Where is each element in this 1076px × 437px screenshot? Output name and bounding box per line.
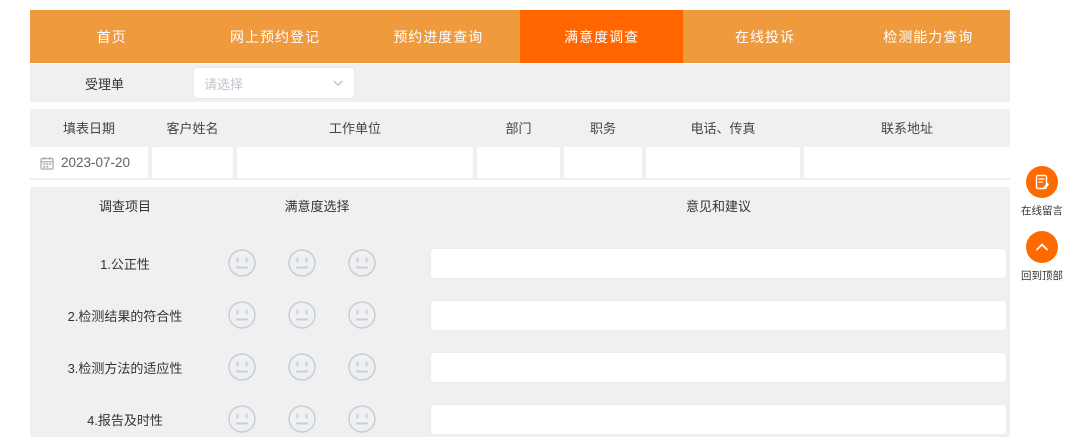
date-field[interactable]: 2023-07-20 bbox=[30, 147, 148, 178]
rating-group bbox=[227, 352, 377, 382]
acceptance-select[interactable]: 请选择 bbox=[193, 67, 355, 99]
rating-option-2[interactable] bbox=[287, 404, 317, 434]
neutral-face-icon bbox=[227, 404, 257, 434]
comment-input[interactable] bbox=[430, 404, 1007, 435]
chevron-up-icon bbox=[1034, 239, 1050, 255]
back-to-top-button[interactable] bbox=[1026, 231, 1058, 263]
rating-group bbox=[227, 248, 377, 278]
survey-row: 2.检测结果的符合性 bbox=[30, 289, 1010, 341]
online-message-label: 在线留言 bbox=[1021, 203, 1063, 218]
rating-group bbox=[227, 404, 377, 434]
column-header-phone-fax: 电话、传真 bbox=[646, 109, 800, 146]
rating-option-2[interactable] bbox=[287, 300, 317, 330]
nav-item-satisfaction-survey[interactable]: 满意度调查 bbox=[520, 10, 683, 63]
message-edit-icon bbox=[1034, 174, 1051, 191]
info-table: 填表日期 客户姓名 工作单位 部门 职务 电话、传真 联系地址 bbox=[30, 109, 1010, 180]
nav-item-home[interactable]: 首页 bbox=[30, 10, 193, 63]
satisfaction-survey-page: 首页 网上预约登记 预约进度查询 满意度调查 在线投诉 检测能力查询 受理单 请… bbox=[0, 0, 1076, 437]
department-input[interactable] bbox=[477, 147, 560, 178]
rating-option-2[interactable] bbox=[287, 248, 317, 278]
rating-option-1[interactable] bbox=[227, 300, 257, 330]
info-table-row: 2023-07-20 bbox=[30, 147, 1010, 178]
survey-panel: 调查项目 满意度选择 意见和建议 1.公正性 2.检测结果的符合性 3 bbox=[30, 187, 1010, 437]
column-header-customer-name: 客户姓名 bbox=[152, 109, 233, 146]
column-header-work-unit: 工作单位 bbox=[237, 109, 473, 146]
info-table-header: 填表日期 客户姓名 工作单位 部门 职务 电话、传真 联系地址 bbox=[30, 109, 1010, 146]
survey-row-label: 2.检测结果的符合性 bbox=[30, 306, 220, 325]
customer-name-input[interactable] bbox=[152, 147, 233, 178]
survey-header-satisfaction: 满意度选择 bbox=[227, 196, 407, 214]
nav-item-capability-query[interactable]: 检测能力查询 bbox=[847, 10, 1010, 63]
survey-row: 4.报告及时性 bbox=[30, 393, 1010, 437]
neutral-face-icon bbox=[287, 248, 317, 278]
rating-option-1[interactable] bbox=[227, 352, 257, 382]
neutral-face-icon bbox=[287, 352, 317, 382]
survey-row: 3.检测方法的适应性 bbox=[30, 341, 1010, 393]
position-input[interactable] bbox=[564, 147, 642, 178]
rating-option-3[interactable] bbox=[347, 300, 377, 330]
neutral-face-icon bbox=[347, 248, 377, 278]
acceptance-label: 受理单 bbox=[85, 64, 124, 102]
comment-input[interactable] bbox=[430, 248, 1007, 279]
neutral-face-icon bbox=[347, 352, 377, 382]
rating-option-2[interactable] bbox=[287, 352, 317, 382]
select-placeholder: 请选择 bbox=[204, 74, 332, 93]
phone-fax-input[interactable] bbox=[646, 147, 800, 178]
floating-actions: 在线留言 回到顶部 bbox=[1012, 166, 1072, 283]
top-nav: 首页 网上预约登记 预约进度查询 满意度调查 在线投诉 检测能力查询 bbox=[30, 10, 1010, 63]
column-header-address: 联系地址 bbox=[804, 109, 1010, 146]
rating-option-3[interactable] bbox=[347, 404, 377, 434]
rating-group bbox=[227, 300, 377, 330]
acceptance-bar: 受理单 请选择 bbox=[30, 64, 1010, 102]
neutral-face-icon bbox=[347, 404, 377, 434]
neutral-face-icon bbox=[287, 404, 317, 434]
survey-header-item: 调查项目 bbox=[30, 196, 220, 214]
survey-row-label: 4.报告及时性 bbox=[30, 410, 220, 429]
column-header-position: 职务 bbox=[564, 109, 642, 146]
back-to-top-label: 回到顶部 bbox=[1021, 268, 1063, 283]
calendar-icon bbox=[40, 156, 54, 170]
rating-option-3[interactable] bbox=[347, 352, 377, 382]
online-message-button[interactable] bbox=[1026, 166, 1058, 198]
neutral-face-icon bbox=[347, 300, 377, 330]
rating-option-1[interactable] bbox=[227, 404, 257, 434]
work-unit-input[interactable] bbox=[237, 147, 473, 178]
survey-row-label: 3.检测方法的适应性 bbox=[30, 358, 220, 377]
neutral-face-icon bbox=[287, 300, 317, 330]
neutral-face-icon bbox=[227, 248, 257, 278]
neutral-face-icon bbox=[227, 352, 257, 382]
nav-item-online-registration[interactable]: 网上预约登记 bbox=[193, 10, 356, 63]
neutral-face-icon bbox=[227, 300, 257, 330]
chevron-down-icon bbox=[332, 77, 344, 89]
survey-row: 1.公正性 bbox=[30, 237, 1010, 289]
comment-input[interactable] bbox=[430, 300, 1007, 331]
comment-input[interactable] bbox=[430, 352, 1007, 383]
rating-option-3[interactable] bbox=[347, 248, 377, 278]
survey-row-label: 1.公正性 bbox=[30, 254, 220, 273]
survey-header-comments: 意见和建议 bbox=[430, 196, 1007, 214]
rating-option-1[interactable] bbox=[227, 248, 257, 278]
nav-item-online-complaint[interactable]: 在线投诉 bbox=[683, 10, 846, 63]
column-header-department: 部门 bbox=[477, 109, 560, 146]
address-input[interactable] bbox=[804, 147, 1010, 178]
nav-item-progress-query[interactable]: 预约进度查询 bbox=[357, 10, 520, 63]
column-header-date: 填表日期 bbox=[30, 109, 148, 146]
date-value: 2023-07-20 bbox=[61, 155, 130, 170]
